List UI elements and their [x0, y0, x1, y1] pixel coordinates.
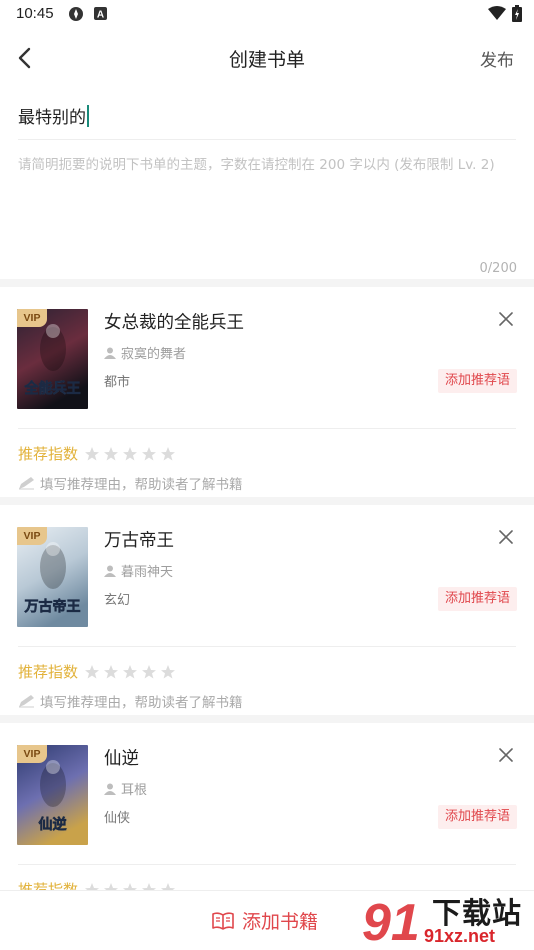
- book-title: 万古帝王: [104, 531, 174, 551]
- site-watermark: 91 下载站 91xz.net: [358, 888, 534, 950]
- book-category: 玄幻: [104, 593, 131, 608]
- close-icon[interactable]: [498, 747, 514, 763]
- book-cover-title: 万古帝王: [24, 598, 81, 615]
- book-category: 都市: [104, 375, 131, 390]
- open-book-icon: [212, 911, 234, 930]
- section-separator: [0, 497, 534, 505]
- book-author: 暮雨神天: [104, 561, 173, 580]
- book-category: 仙侠: [104, 811, 131, 826]
- pen-icon: [19, 695, 34, 708]
- text-caret: [87, 105, 89, 127]
- book-title: 女总裁的全能兵王: [104, 313, 244, 333]
- booklist-title-value: 最特别的: [18, 108, 86, 128]
- book-author: 寂寞的舞者: [104, 343, 186, 362]
- vip-badge: VIP: [17, 527, 47, 545]
- section-separator: [0, 715, 534, 723]
- divider: [18, 139, 516, 140]
- vip-badge: VIP: [17, 745, 47, 763]
- star-icon[interactable]: [103, 446, 119, 462]
- close-icon[interactable]: [498, 529, 514, 545]
- rating-row: 推荐指数: [18, 443, 179, 464]
- book-card[interactable]: 万古帝王 VIP 万古帝王 暮雨神天 玄幻 添加推荐语 推荐指数 填写推荐理由，…: [0, 505, 534, 715]
- divider: [18, 864, 516, 865]
- rating-stars[interactable]: [84, 446, 179, 462]
- rating-label: 推荐指数: [18, 445, 79, 463]
- rating-label: 推荐指数: [18, 663, 79, 681]
- star-icon[interactable]: [122, 664, 138, 680]
- status-indicators: [488, 5, 522, 22]
- section-separator: [0, 279, 534, 287]
- sync-icon: [69, 7, 83, 21]
- recommend-reason-input[interactable]: 填写推荐理由，帮助读者了解书籍: [18, 691, 243, 711]
- recommend-reason-input[interactable]: 填写推荐理由，帮助读者了解书籍: [18, 473, 243, 493]
- person-icon: [104, 783, 116, 795]
- book-cover-title: 仙逆: [39, 816, 67, 833]
- notification-a-icon: A: [94, 7, 107, 20]
- add-recommendation-button[interactable]: 添加推荐语: [437, 805, 517, 829]
- star-icon[interactable]: [84, 446, 100, 462]
- publish-button[interactable]: 发布: [480, 46, 514, 71]
- booklist-title-input[interactable]: 最特别的: [18, 103, 89, 128]
- status-time: 10:45: [16, 5, 54, 22]
- status-bar: 10:45 A: [0, 0, 534, 28]
- book-cover[interactable]: 全能兵王 VIP: [17, 309, 88, 409]
- add-books-button[interactable]: 添加书籍: [212, 907, 318, 934]
- watermark-text-bottom: 91xz.net: [424, 926, 496, 946]
- star-icon[interactable]: [141, 446, 157, 462]
- add-recommendation-button[interactable]: 添加推荐语: [437, 587, 517, 611]
- book-cover[interactable]: 万古帝王 VIP: [17, 527, 88, 627]
- rating-row: 推荐指数: [18, 661, 179, 682]
- page-title: 创建书单: [228, 49, 305, 71]
- svg-text:A: A: [97, 10, 104, 21]
- add-books-label: 添加书籍: [242, 911, 319, 933]
- book-title: 仙逆: [104, 749, 139, 769]
- vip-badge: VIP: [17, 309, 47, 327]
- watermark-logo: 91: [362, 894, 420, 950]
- book-cover[interactable]: 仙逆 VIP: [17, 745, 88, 845]
- star-icon[interactable]: [141, 664, 157, 680]
- book-author: 耳根: [104, 779, 147, 798]
- wifi-icon: [488, 6, 506, 20]
- person-icon: [104, 347, 116, 359]
- battery-icon: [512, 5, 522, 22]
- star-icon[interactable]: [84, 664, 100, 680]
- character-counter: 0/200: [479, 261, 517, 276]
- person-icon: [104, 565, 116, 577]
- book-card[interactable]: 全能兵王 VIP 女总裁的全能兵王 寂寞的舞者 都市 添加推荐语 推荐指数 填写…: [0, 287, 534, 497]
- close-icon[interactable]: [498, 311, 514, 327]
- recommend-reason-placeholder: 填写推荐理由，帮助读者了解书籍: [40, 477, 243, 493]
- add-recommendation-button[interactable]: 添加推荐语: [437, 369, 517, 393]
- divider: [18, 428, 516, 429]
- star-icon[interactable]: [160, 664, 176, 680]
- book-author-name: 暮雨神天: [121, 565, 174, 580]
- rating-stars[interactable]: [84, 664, 179, 680]
- divider: [18, 646, 516, 647]
- book-author-name: 耳根: [121, 783, 148, 798]
- star-icon[interactable]: [103, 664, 119, 680]
- booklist-description-input[interactable]: 请简明扼要的说明下书单的主题，字数在请控制在 200 字以内 (发布限制 Lv.…: [18, 152, 518, 178]
- nav-bar: 创建书单 发布: [0, 34, 534, 80]
- book-cover-title: 全能兵王: [24, 380, 81, 397]
- recommend-reason-placeholder: 填写推荐理由，帮助读者了解书籍: [40, 695, 243, 711]
- star-icon[interactable]: [160, 446, 176, 462]
- watermark-logo-text: 91: [362, 894, 420, 950]
- book-author-name: 寂寞的舞者: [121, 347, 187, 362]
- pen-icon: [19, 477, 34, 490]
- star-icon[interactable]: [122, 446, 138, 462]
